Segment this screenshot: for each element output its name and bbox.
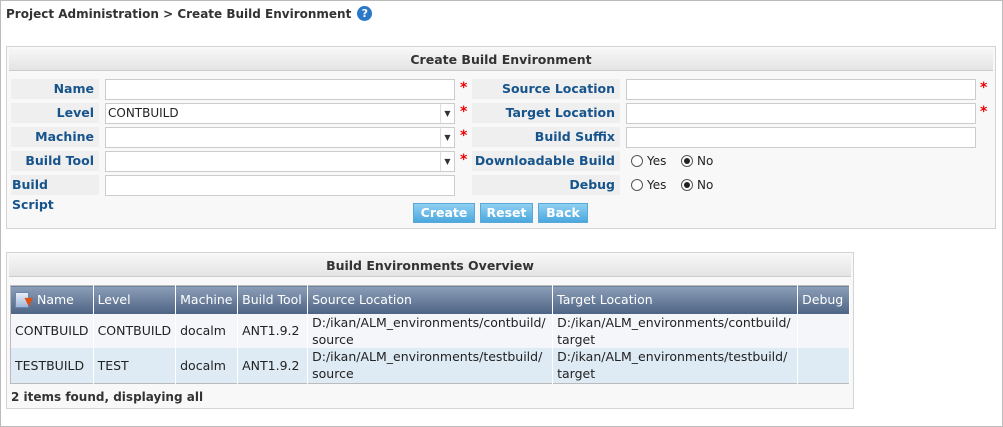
radio-label: Yes: [647, 178, 667, 192]
required-marker: *: [980, 80, 988, 96]
column-label: Name: [37, 291, 74, 307]
debug-label: Debug: [472, 175, 620, 195]
cell-build-tool: ANT1.9.2: [237, 347, 309, 384]
column-header-source-location[interactable]: Source Location: [307, 285, 554, 314]
required-marker: *: [980, 104, 988, 120]
cell-source-location: D:/ikan/ALM_environments/testbuild/ sour…: [307, 347, 554, 384]
reset-button[interactable]: Reset: [480, 203, 533, 223]
results-summary: 2 items found, displaying all: [11, 390, 204, 404]
name-label: Name: [11, 79, 99, 99]
required-marker: *: [460, 152, 468, 168]
cell-target-location: D:/ikan/ALM_environments/testbuild/ targ…: [552, 347, 799, 384]
column-header-build-tool[interactable]: Build Tool: [237, 285, 309, 314]
target-location-label: Target Location: [472, 103, 620, 123]
table-row[interactable]: CONTBUILD CONTBUILD docalm ANT1.9.2 D:/i…: [10, 313, 850, 348]
chevron-down-icon: ▼: [440, 152, 454, 171]
downloadable-yes-radio[interactable]: Yes: [631, 154, 666, 168]
cell-debug: [797, 347, 850, 384]
build-script-input[interactable]: [105, 175, 455, 196]
level-value: CONTBUILD: [108, 106, 179, 120]
cell-level: CONTBUILD: [93, 313, 177, 348]
column-header-target-location[interactable]: Target Location: [552, 285, 799, 314]
cell-name: TESTBUILD: [10, 347, 94, 384]
radio-label: No: [697, 178, 714, 192]
breadcrumb-text: Project Administration > Create Build En…: [6, 6, 352, 21]
required-marker: *: [460, 128, 468, 144]
cell-debug: [797, 313, 850, 348]
level-label: Level: [11, 103, 99, 123]
radio-checked-icon: [681, 155, 693, 167]
build-suffix-input[interactable]: [626, 127, 976, 148]
radio-icon: [631, 179, 643, 191]
machine-select[interactable]: ▼: [105, 127, 455, 148]
breadcrumb: Project Administration > Create Build En…: [6, 6, 373, 21]
cell-name: CONTBUILD: [10, 313, 94, 348]
chevron-down-icon: ▼: [440, 104, 454, 123]
sort-icon[interactable]: ▼: [15, 292, 33, 308]
radio-checked-icon: [681, 179, 693, 191]
downloadable-build-label: Downloadable Build: [472, 151, 620, 171]
source-location-input[interactable]: [626, 79, 976, 100]
column-header-debug[interactable]: Debug: [797, 285, 850, 314]
radio-label: Yes: [647, 154, 667, 168]
overview-title: Build Environments Overview: [9, 255, 851, 277]
build-suffix-label: Build Suffix: [472, 127, 620, 147]
debug-no-radio[interactable]: No: [681, 178, 713, 192]
level-select[interactable]: CONTBUILD ▼: [105, 103, 455, 124]
radio-icon: [631, 155, 643, 167]
source-location-label: Source Location: [472, 79, 620, 99]
build-tool-label: Build Tool: [11, 151, 99, 171]
create-button[interactable]: Create: [413, 203, 475, 223]
downloadable-no-radio[interactable]: No: [681, 154, 713, 168]
build-environments-table: ▼ Name Level Machine Build Tool Source Lo…: [10, 285, 850, 384]
debug-yes-radio[interactable]: Yes: [631, 178, 666, 192]
table-row[interactable]: TESTBUILD TEST docalm ANT1.9.2 D:/ikan/A…: [10, 347, 850, 384]
cell-target-location: D:/ikan/ALM_environments/contbuild/ targ…: [552, 313, 799, 348]
chevron-down-icon: ▼: [440, 128, 454, 147]
cell-build-tool: ANT1.9.2: [237, 313, 309, 348]
column-header-level[interactable]: Level: [93, 285, 177, 314]
name-input[interactable]: [105, 79, 455, 100]
back-button[interactable]: Back: [538, 203, 588, 223]
required-marker: *: [460, 80, 468, 96]
cell-source-location: D:/ikan/ALM_environments/contbuild/ sour…: [307, 313, 554, 348]
form-title: Create Build Environment: [9, 49, 993, 71]
build-script-label: Build Script: [11, 175, 99, 212]
cell-machine: docalm: [175, 313, 239, 348]
column-header-machine[interactable]: Machine: [175, 285, 239, 314]
cell-level: TEST: [93, 347, 177, 384]
help-icon[interactable]: ?: [357, 6, 373, 21]
column-header-name[interactable]: ▼ Name: [10, 285, 94, 314]
target-location-input[interactable]: [626, 103, 976, 124]
build-tool-select[interactable]: ▼: [105, 151, 455, 172]
required-marker: *: [460, 104, 468, 120]
cell-machine: docalm: [175, 347, 239, 384]
machine-label: Machine: [11, 127, 99, 147]
radio-label: No: [697, 154, 714, 168]
